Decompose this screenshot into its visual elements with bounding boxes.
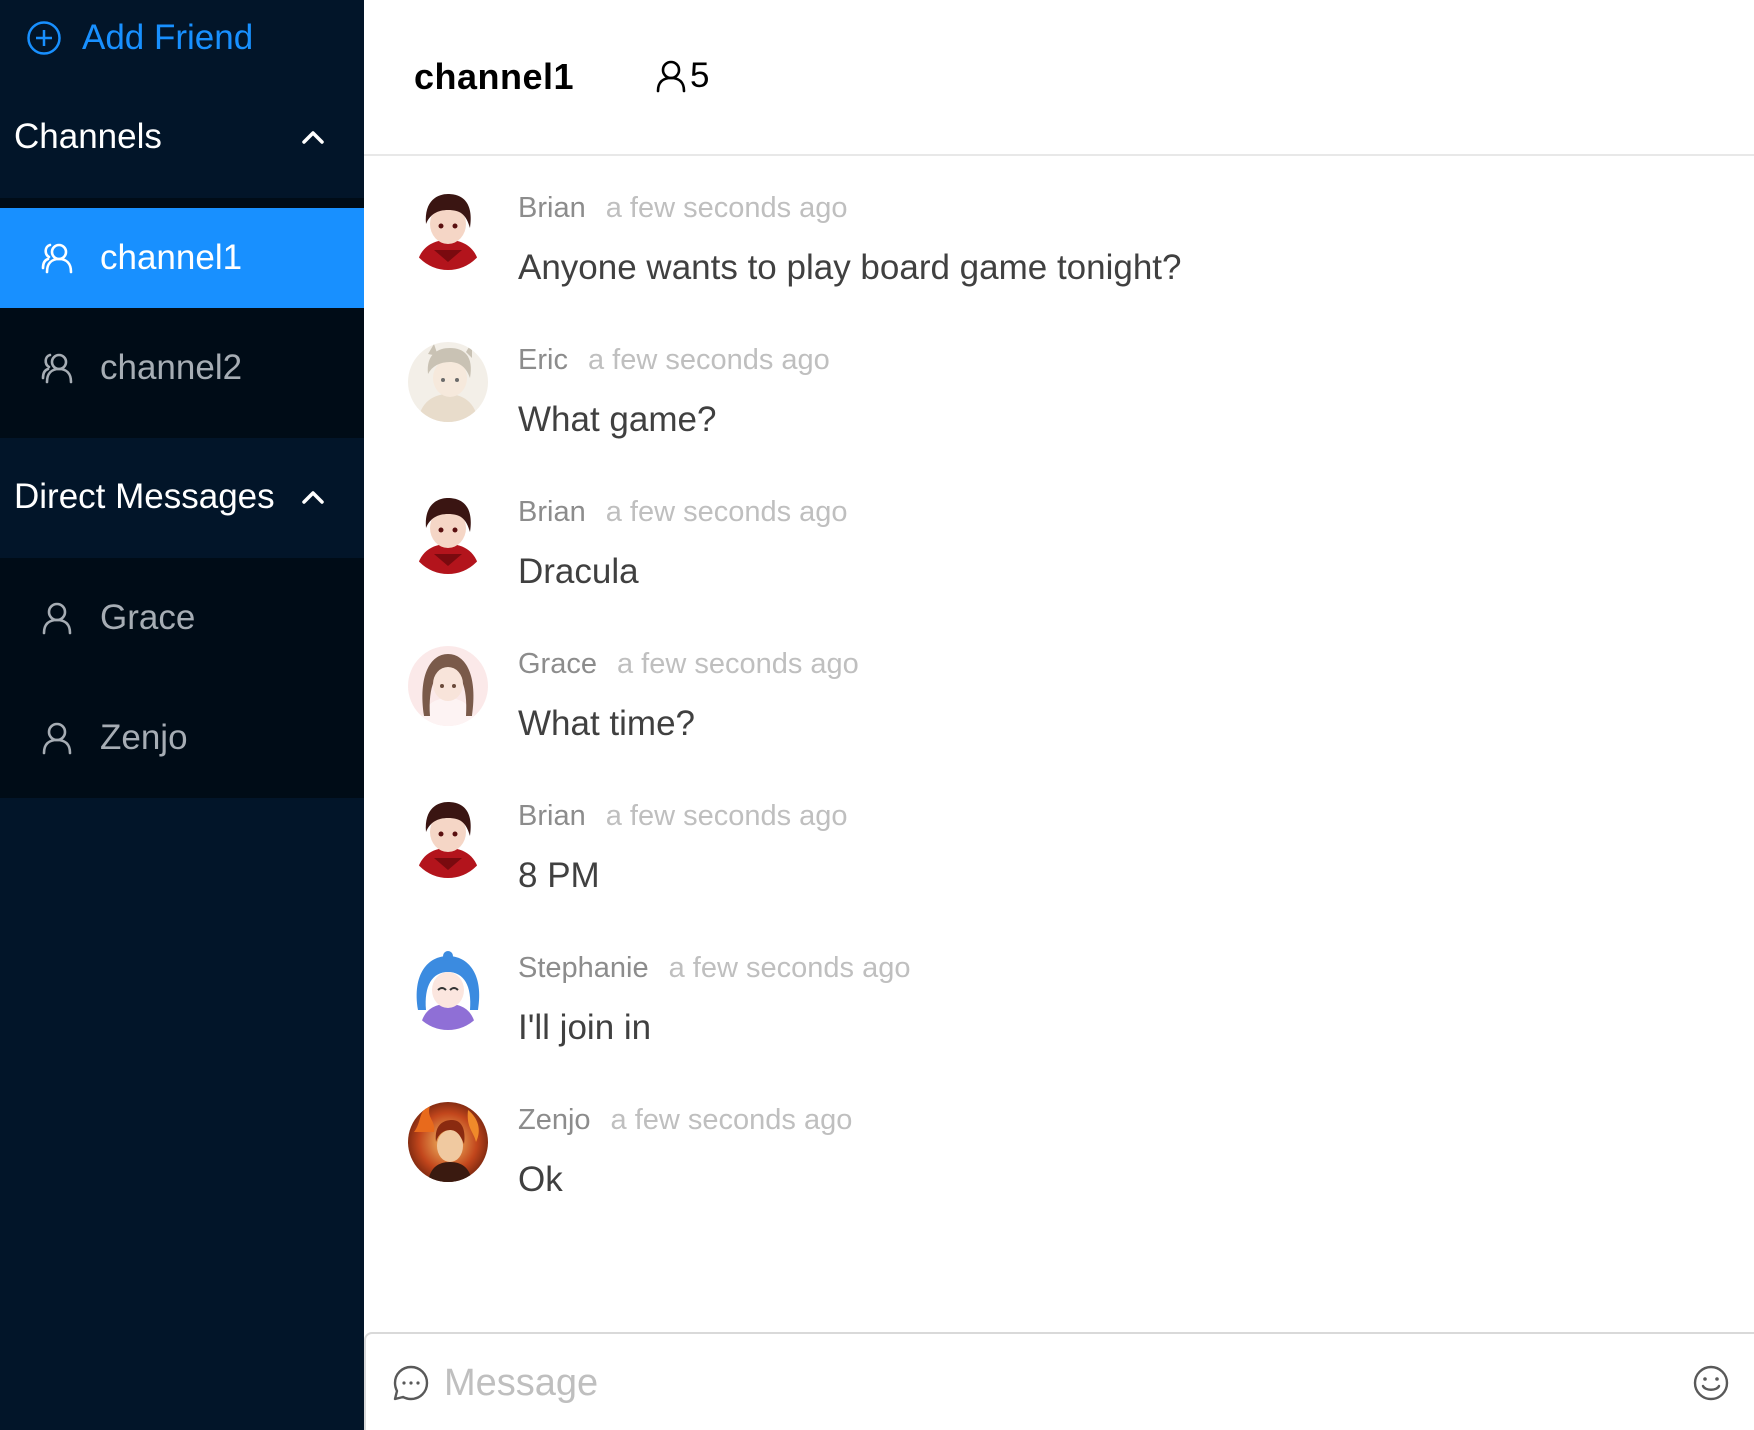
message-text: What time? — [518, 704, 695, 743]
message-meta: Grace a few seconds ago — [518, 648, 859, 681]
channel-list: channel1 channel2 — [0, 198, 364, 438]
message-meta: Brian a few seconds ago — [518, 192, 848, 225]
message-text: What game? — [518, 400, 717, 439]
message-author: Zenjo — [518, 1104, 591, 1136]
chevron-up-icon — [302, 130, 324, 144]
message-author: Eric — [518, 344, 568, 376]
smile-icon[interactable] — [1692, 1364, 1730, 1402]
message-meta: Zenjo a few seconds ago — [518, 1104, 852, 1137]
direct-message-list: Grace Zenjo — [0, 558, 364, 798]
sidebar-item-grace[interactable]: Grace — [0, 558, 364, 678]
channel-header: channel1 5 — [364, 0, 1754, 156]
sidebar-item-channel1[interactable]: channel1 — [0, 208, 364, 308]
message-item: Stephanie a few seconds ago I'll join in — [364, 916, 1754, 1068]
user-icon — [654, 59, 688, 93]
message-icon — [392, 1364, 430, 1402]
chat-panel: channel1 5 Brian a few seconds ago Anyon… — [364, 0, 1754, 1430]
message-meta: Brian a few seconds ago — [518, 800, 848, 833]
message-item: Eric a few seconds ago What game? — [364, 308, 1754, 460]
message-text: Ok — [518, 1160, 563, 1199]
brian-avatar[interactable] — [408, 190, 488, 270]
message-author: Brian — [518, 496, 586, 528]
message-item: Grace a few seconds ago What time? — [364, 612, 1754, 764]
message-item: Brian a few seconds ago Dracula — [364, 460, 1754, 612]
message-meta: Stephanie a few seconds ago — [518, 952, 910, 985]
message-timestamp: a few seconds ago — [605, 192, 848, 224]
sidebar-item-label: Zenjo — [100, 718, 188, 757]
plus-circle-icon — [26, 20, 62, 56]
message-author: Brian — [518, 192, 586, 224]
message-timestamp: a few seconds ago — [610, 1104, 853, 1136]
sidebar-item-label: channel2 — [100, 348, 243, 387]
sidebar: Add Friend Channels channel1 channel2 Di… — [0, 0, 364, 1430]
chevron-up-icon — [302, 490, 324, 504]
page-title: channel1 — [414, 56, 575, 97]
message-timestamp: a few seconds ago — [616, 648, 859, 680]
direct-messages-section-header[interactable]: Direct Messages — [0, 448, 364, 546]
message-timestamp: a few seconds ago — [605, 800, 848, 832]
sidebar-item-zenjo[interactable]: Zenjo — [0, 678, 364, 798]
team-icon — [40, 241, 74, 275]
message-item: Zenjo a few seconds ago Ok — [364, 1068, 1754, 1220]
sidebar-item-label: Grace — [100, 598, 196, 637]
stephanie-avatar[interactable] — [408, 950, 488, 1030]
message-timestamp: a few seconds ago — [605, 496, 848, 528]
message-meta: Brian a few seconds ago — [518, 496, 848, 529]
message-composer — [364, 1332, 1754, 1430]
message-author: Grace — [518, 648, 597, 680]
message-item: Brian a few seconds ago 8 PM — [364, 764, 1754, 916]
channels-header-label: Channels — [14, 117, 162, 156]
message-item: Brian a few seconds ago Anyone wants to … — [364, 156, 1754, 308]
grace-avatar[interactable] — [408, 646, 488, 726]
message-timestamp: a few seconds ago — [587, 344, 830, 376]
channels-section-header[interactable]: Channels — [0, 88, 364, 186]
team-icon — [40, 351, 74, 385]
member-count[interactable]: 5 — [654, 56, 709, 96]
member-count-value: 5 — [690, 56, 710, 95]
message-author: Stephanie — [518, 952, 649, 984]
message-text: Anyone wants to play board game tonight? — [518, 248, 1182, 287]
brian-avatar[interactable] — [408, 798, 488, 878]
add-friend-button[interactable]: Add Friend — [26, 12, 253, 64]
message-timestamp: a few seconds ago — [668, 952, 911, 984]
message-text: I'll join in — [518, 1008, 652, 1047]
sidebar-item-label: channel1 — [100, 238, 243, 277]
message-text: 8 PM — [518, 856, 600, 895]
message-text: Dracula — [518, 552, 639, 591]
dm-header-label: Direct Messages — [14, 477, 275, 516]
user-icon — [40, 721, 74, 755]
zenjo-avatar[interactable] — [408, 1102, 488, 1182]
message-author: Brian — [518, 800, 586, 832]
user-icon — [40, 601, 74, 635]
sidebar-item-channel2[interactable]: channel2 — [0, 308, 364, 428]
add-friend-label: Add Friend — [82, 18, 254, 57]
message-meta: Eric a few seconds ago — [518, 344, 830, 377]
message-input[interactable] — [442, 1352, 1646, 1414]
brian-avatar[interactable] — [408, 494, 488, 574]
eric-avatar[interactable] — [408, 342, 488, 422]
